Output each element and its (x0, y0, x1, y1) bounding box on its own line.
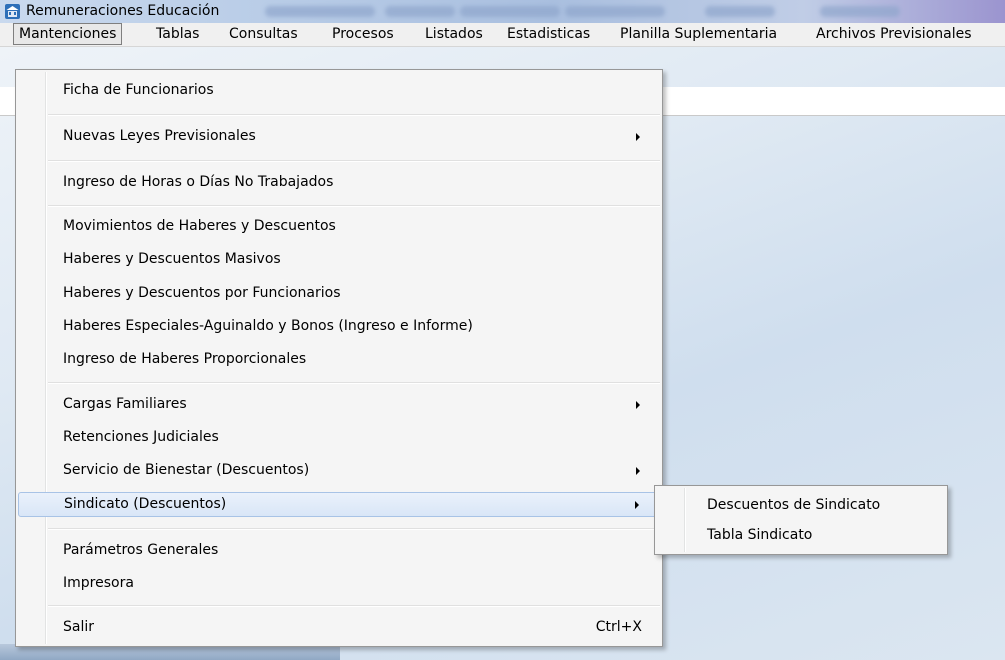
menu-item-salir[interactable]: Salir Ctrl+X (18, 615, 660, 640)
menu-separator (48, 114, 660, 116)
menu-item-haberes-funcionarios[interactable]: Haberes y Descuentos por Funcionarios (18, 281, 660, 306)
mantenciones-dropdown: Ficha de Funcionarios Nuevas Leyes Previ… (15, 69, 663, 647)
menu-item-impresora[interactable]: Impresora (18, 571, 660, 596)
menu-item-label: Sindicato (Descuentos) (64, 496, 227, 512)
menu-item-label: Haberes Especiales-Aguinaldo y Bonos (In… (63, 318, 473, 334)
menu-listados[interactable]: Listados (420, 23, 488, 45)
menu-item-label: Haberes y Descuentos por Funcionarios (63, 285, 341, 301)
menu-separator (48, 205, 660, 207)
title-bar: Remuneraciones Educación (0, 0, 1005, 23)
menu-estadisticas[interactable]: Estadisticas (502, 23, 595, 45)
sindicato-submenu: Descuentos de Sindicato Tabla Sindicato (654, 485, 948, 555)
menu-separator (48, 382, 660, 384)
menu-item-label: Servicio de Bienestar (Descuentos) (63, 462, 310, 478)
menu-item-haberes-proporcionales[interactable]: Ingreso de Haberes Proporcionales (18, 347, 660, 372)
menu-item-ficha-funcionarios[interactable]: Ficha de Funcionarios (18, 78, 660, 103)
menu-item-parametros-generales[interactable]: Parámetros Generales (18, 538, 660, 563)
menu-item-sindicato[interactable]: Sindicato (Descuentos) (18, 492, 660, 517)
menu-item-movimientos-haberes[interactable]: Movimientos de Haberes y Descuentos (18, 214, 660, 239)
submenu-item-descuentos-sindicato[interactable]: Descuentos de Sindicato (657, 492, 945, 518)
submenu-item-label: Tabla Sindicato (707, 527, 813, 543)
menu-item-nuevas-leyes-previsionales[interactable]: Nuevas Leyes Previsionales (18, 124, 660, 149)
menu-separator (48, 605, 660, 607)
menu-archivos-previsionales[interactable]: Archivos Previsionales (811, 23, 977, 45)
menu-item-label: Ficha de Funcionarios (63, 82, 214, 98)
menu-item-label: Parámetros Generales (63, 542, 219, 558)
menu-bar: Mantenciones Tablas Consultas Procesos L… (0, 23, 1005, 47)
menu-item-label: Haberes y Descuentos Masivos (63, 251, 281, 267)
window-title: Remuneraciones Educación (26, 3, 220, 19)
menu-item-label: Salir (63, 619, 95, 635)
menu-item-label: Cargas Familiares (63, 396, 187, 412)
menu-tablas[interactable]: Tablas (151, 23, 204, 45)
menu-planilla-suplementaria[interactable]: Planilla Suplementaria (615, 23, 782, 45)
menu-item-cargas-familiares[interactable]: Cargas Familiares (18, 392, 660, 417)
menu-separator (48, 528, 660, 530)
menu-separator (48, 160, 660, 162)
menu-item-label: Movimientos de Haberes y Descuentos (63, 218, 336, 234)
school-building-icon (5, 4, 20, 19)
shortcut-label: Ctrl+X (595, 619, 642, 635)
menu-item-label: Nuevas Leyes Previsionales (63, 128, 256, 144)
submenu-arrow-icon (635, 501, 639, 509)
menu-procesos[interactable]: Procesos (327, 23, 399, 45)
menu-consultas[interactable]: Consultas (224, 23, 303, 45)
menu-mantenciones[interactable]: Mantenciones (13, 23, 123, 45)
menu-item-ingreso-horas[interactable]: Ingreso de Horas o Días No Trabajados (18, 170, 660, 195)
submenu-arrow-icon (636, 401, 640, 409)
menu-item-label: Retenciones Judiciales (63, 429, 219, 445)
submenu-arrow-icon (636, 467, 640, 475)
menu-item-retenciones-judiciales[interactable]: Retenciones Judiciales (18, 425, 660, 450)
menu-item-servicio-bienestar[interactable]: Servicio de Bienestar (Descuentos) (18, 458, 660, 483)
menu-item-label: Ingreso de Horas o Días No Trabajados (63, 174, 334, 190)
menu-item-haberes-especiales[interactable]: Haberes Especiales-Aguinaldo y Bonos (In… (18, 314, 660, 339)
menu-item-label: Ingreso de Haberes Proporcionales (63, 351, 307, 367)
menu-item-label: Impresora (63, 575, 134, 591)
menu-item-haberes-masivos[interactable]: Haberes y Descuentos Masivos (18, 247, 660, 272)
submenu-item-label: Descuentos de Sindicato (707, 497, 881, 513)
submenu-arrow-icon (636, 133, 640, 141)
submenu-item-tabla-sindicato[interactable]: Tabla Sindicato (657, 522, 945, 548)
